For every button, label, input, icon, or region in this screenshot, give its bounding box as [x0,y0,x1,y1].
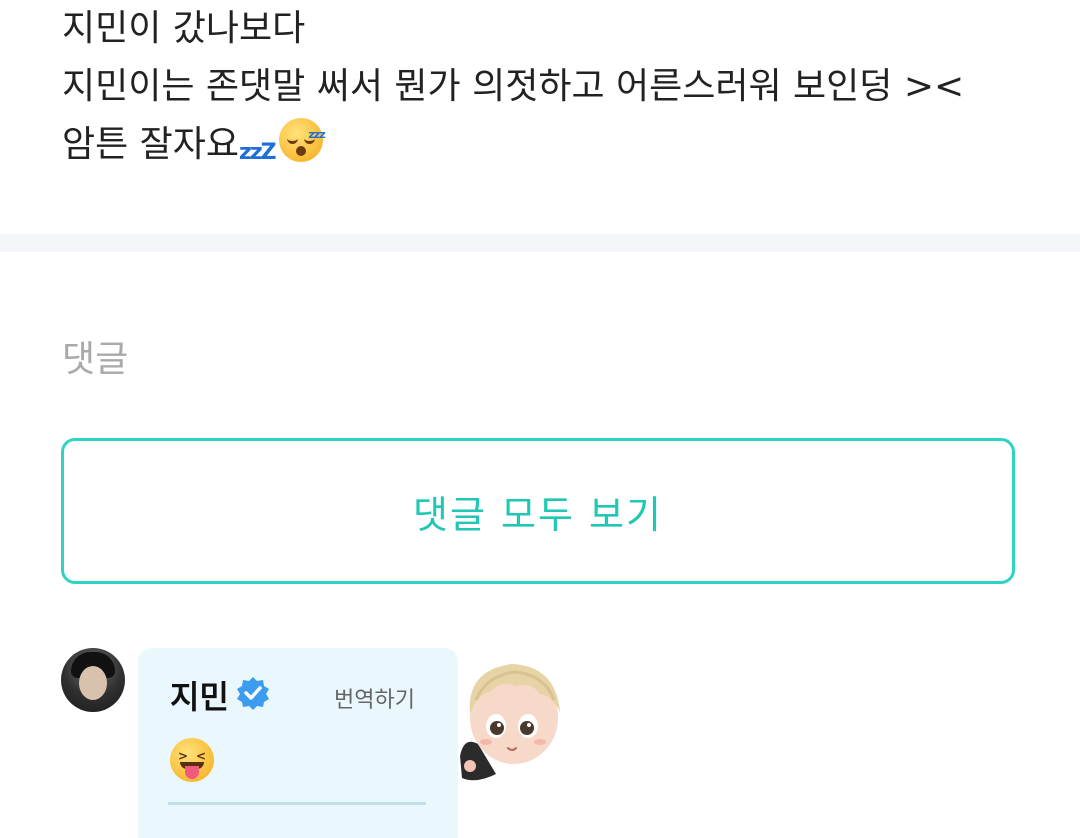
comment-divider [168,802,426,805]
post-line-3: 암튼 잘자요zzZ zzz [62,116,1022,174]
comment-author[interactable]: 지민 [170,672,229,718]
post-line-3-text: 암튼 잘자요 [62,124,240,165]
post-body: 지민이 갔나보다 지민이는 존댓말 써서 뭔가 의젓하고 어른스러워 보인덩 >… [62,0,1022,174]
view-all-comments-button[interactable]: 댓글 모두 보기 [61,438,1015,584]
squinting-tongue-face-icon: > < [170,738,214,782]
section-divider [0,234,1080,252]
post-line-1: 지민이 갔나보다 [62,8,306,49]
sleepy-face-icon: zzz [278,118,326,162]
translate-link[interactable]: 번역하기 [334,682,415,714]
post-line-2: 지민이는 존댓말 써서 뭔가 의젓하고 어른스러워 보인덩 >< [62,66,965,107]
comment-card: 지민 번역하기 > < [138,648,458,838]
avatar[interactable] [61,648,125,712]
comments-heading: 댓글 [62,339,129,380]
verified-badge-icon [237,677,269,710]
chibi-character-sticker [460,664,560,781]
zzz-icon: zzZ [239,140,277,165]
